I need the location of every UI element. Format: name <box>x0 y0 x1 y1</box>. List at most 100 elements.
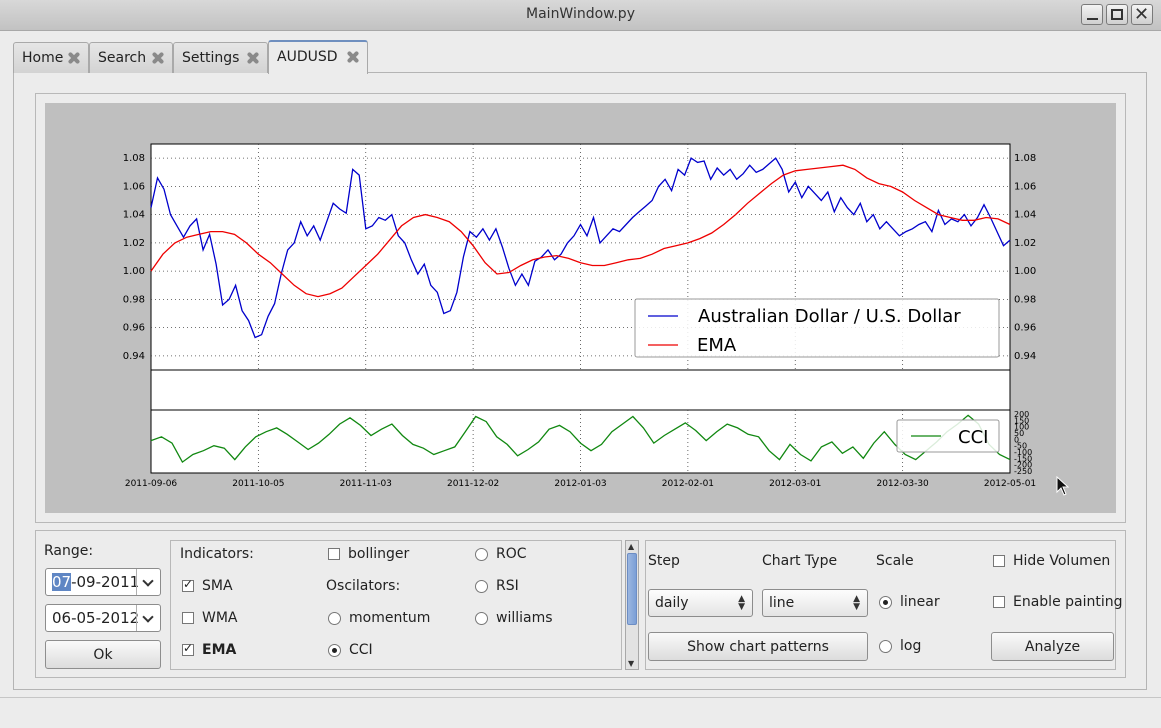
chart-type-label: Chart Type <box>762 553 838 569</box>
bollinger-checkbox[interactable] <box>328 548 340 560</box>
cci-tick-label: -250 <box>1014 467 1032 476</box>
rsi-label: RSI <box>496 578 519 594</box>
tab-label: AUDUSD <box>277 49 338 65</box>
ok-button[interactable]: Ok <box>45 640 161 669</box>
start-date-selected: 07 <box>52 573 72 591</box>
close-button[interactable]: ✕ <box>1131 4 1153 25</box>
x-tick-label: 2011-10-05 <box>232 479 284 489</box>
ema-label: EMA <box>202 642 237 658</box>
hide-volumen-checkbox[interactable] <box>993 555 1005 567</box>
legend-label-price: Australian Dollar / U.S. Dollar <box>698 306 961 327</box>
close-tab-icon[interactable] <box>247 52 259 64</box>
ema-checkbox[interactable] <box>182 641 194 656</box>
log-label: log <box>900 638 922 654</box>
minimize-button[interactable] <box>1081 4 1103 25</box>
status-bar <box>0 697 1161 728</box>
roc-label: ROC <box>496 546 527 562</box>
y-tick-label-left: 1.04 <box>123 210 145 221</box>
title-bar: MainWindow.py ✕ <box>0 0 1161 31</box>
legend-label-cci: CCI <box>958 427 988 448</box>
close-tab-icon[interactable] <box>68 52 80 64</box>
enable-painting-checkbox[interactable] <box>993 596 1005 608</box>
y-tick-label-left: 0.94 <box>123 351 145 362</box>
mouse-cursor-icon <box>1056 476 1070 496</box>
analyze-button[interactable]: Analyze <box>991 632 1114 661</box>
y-tick-label-right: 1.04 <box>1014 210 1036 221</box>
minimize-icon <box>1087 18 1098 20</box>
tab-search[interactable]: Search <box>89 42 173 73</box>
range-label: Range: <box>44 543 94 559</box>
close-tab-icon[interactable] <box>152 52 164 64</box>
tab-audusd[interactable]: AUDUSD <box>268 40 368 74</box>
williams-label: williams <box>496 610 553 626</box>
y-tick-label-left: 1.02 <box>123 238 145 249</box>
step-select[interactable]: daily ▲ ▼ <box>648 589 753 617</box>
close-tab-icon[interactable] <box>347 51 359 63</box>
x-tick-label: 2012-03-30 <box>876 479 929 489</box>
show-chart-patterns-button[interactable]: Show chart patterns <box>648 632 868 661</box>
cci-label: CCI <box>349 642 373 658</box>
x-tick-label: 2011-09-06 <box>125 479 178 489</box>
chevron-down-icon[interactable] <box>136 605 160 631</box>
tab-home[interactable]: Home <box>13 42 89 73</box>
wma-checkbox[interactable] <box>182 612 194 624</box>
maximize-button[interactable] <box>1106 4 1128 25</box>
y-tick-label-right: 1.06 <box>1014 181 1036 192</box>
x-tick-label: 2012-03-01 <box>769 479 821 489</box>
momentum-radio[interactable] <box>328 612 341 625</box>
tab-label: Home <box>22 50 64 66</box>
y-tick-label-left: 0.96 <box>123 323 145 334</box>
y-tick-label-left: 1.08 <box>123 153 145 164</box>
y-tick-label-right: 0.98 <box>1014 294 1036 305</box>
y-tick-label-right: 1.08 <box>1014 153 1036 164</box>
log-radio[interactable] <box>879 640 892 653</box>
y-tick-label-right: 0.96 <box>1014 323 1036 334</box>
close-icon: ✕ <box>1134 4 1150 25</box>
y-tick-label-right: 0.94 <box>1014 351 1036 362</box>
wma-label: WMA <box>202 610 238 626</box>
roc-radio[interactable] <box>475 548 488 561</box>
y-tick-label-right: 1.02 <box>1014 238 1036 249</box>
start-date-value: -09-2011 <box>71 573 140 591</box>
indicators-scrollbar[interactable]: ▲ ▼ <box>625 540 639 670</box>
chart-type-select[interactable]: line ▲ ▼ <box>762 589 868 617</box>
cci-panel <box>150 409 1011 474</box>
y-tick-label-right: 1.00 <box>1014 266 1036 277</box>
x-tick-label: 2012-02-01 <box>662 479 714 489</box>
enable-painting-label: Enable painting <box>1013 594 1123 610</box>
oscilators-label: Oscilators: <box>326 578 401 594</box>
y-tick-label-left: 1.00 <box>123 266 145 277</box>
x-tick-label: 2011-12-02 <box>447 479 499 489</box>
step-label: Step <box>648 553 680 569</box>
maximize-icon <box>1111 9 1123 20</box>
x-tick-label: 2012-05-01 <box>984 479 1036 489</box>
linear-radio[interactable] <box>879 596 892 609</box>
rsi-radio[interactable] <box>475 580 488 593</box>
window-title: MainWindow.py <box>526 6 635 22</box>
tab-settings[interactable]: Settings <box>173 42 268 73</box>
tab-label: Search <box>98 50 147 66</box>
step-value: daily <box>655 595 689 611</box>
bollinger-label: bollinger <box>348 546 410 562</box>
legend-label-ema: EMA <box>697 335 737 356</box>
tab-label: Settings <box>182 50 240 66</box>
updown-icon: ▲ ▼ <box>853 594 860 612</box>
end-date-value: 06-05-2012 <box>52 609 140 627</box>
start-date-edit[interactable]: 07-09-2011 <box>45 568 161 596</box>
price-chart[interactable]: 2011-09-06 2011-10-05 2011-11-03 2011-12-02… <box>45 103 1116 513</box>
updown-icon: ▲ ▼ <box>738 594 745 612</box>
x-tick-label: 2011-11-03 <box>340 479 392 489</box>
sma-checkbox[interactable] <box>182 577 194 592</box>
chevron-down-icon[interactable] <box>136 569 160 595</box>
x-tick-label: 2012-01-03 <box>554 479 606 489</box>
williams-radio[interactable] <box>475 612 488 625</box>
end-date-edit[interactable]: 06-05-2012 <box>45 604 161 632</box>
scrollbar-thumb[interactable] <box>627 553 637 625</box>
y-tick-label-left: 0.98 <box>123 294 145 305</box>
scroll-up-icon[interactable]: ▲ <box>628 542 634 551</box>
chart-type-value: line <box>769 595 795 611</box>
cci-radio[interactable] <box>328 644 341 657</box>
linear-label: linear <box>900 594 940 610</box>
scroll-down-icon[interactable]: ▼ <box>628 659 634 668</box>
scale-label: Scale <box>876 553 914 569</box>
